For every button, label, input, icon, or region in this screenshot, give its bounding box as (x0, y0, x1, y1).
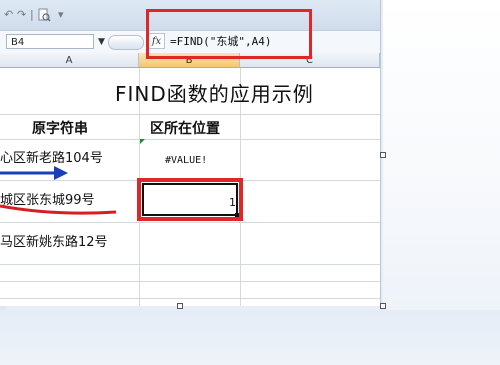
gridline (0, 222, 380, 223)
formula-highlight-box (146, 9, 312, 59)
name-box-value: B4 (11, 37, 25, 48)
header-original-string[interactable]: 原字符串 (32, 119, 88, 139)
undo-icon[interactable]: ↶ (4, 8, 13, 22)
gridline (0, 139, 380, 140)
customize-toolbar-icon[interactable]: ▾ (58, 8, 64, 22)
gridline (0, 264, 380, 265)
blue-arrow-annotation (0, 166, 68, 180)
background-right (383, 0, 500, 310)
result-highlight-box (137, 178, 243, 221)
resize-handle[interactable] (380, 152, 386, 158)
column-header-a[interactable]: A (0, 53, 139, 68)
print-preview-icon[interactable] (37, 8, 51, 22)
cell-a4[interactable]: 马区新姚东路12号 (0, 233, 108, 253)
gridline (0, 114, 380, 115)
redo-icon[interactable]: ↷ (17, 8, 26, 22)
gridline (0, 298, 380, 299)
name-box-dropdown-icon[interactable]: ▼ (98, 34, 105, 50)
header-position[interactable]: 区所在位置 (150, 119, 220, 139)
cell-b2[interactable]: #VALUE! (165, 151, 207, 171)
resize-handle[interactable] (380, 303, 386, 309)
separator-icon: | (30, 8, 34, 21)
formula-bar-divider-handle[interactable] (108, 35, 144, 50)
error-indicator-icon (140, 139, 145, 144)
name-box[interactable]: B4 (6, 34, 94, 49)
resize-handle[interactable] (177, 303, 183, 309)
gridline (0, 281, 380, 282)
sheet-title-cell[interactable]: FIND函数的应用示例 (115, 80, 345, 108)
red-underline-annotation (0, 204, 117, 215)
background-bottom (0, 310, 500, 365)
